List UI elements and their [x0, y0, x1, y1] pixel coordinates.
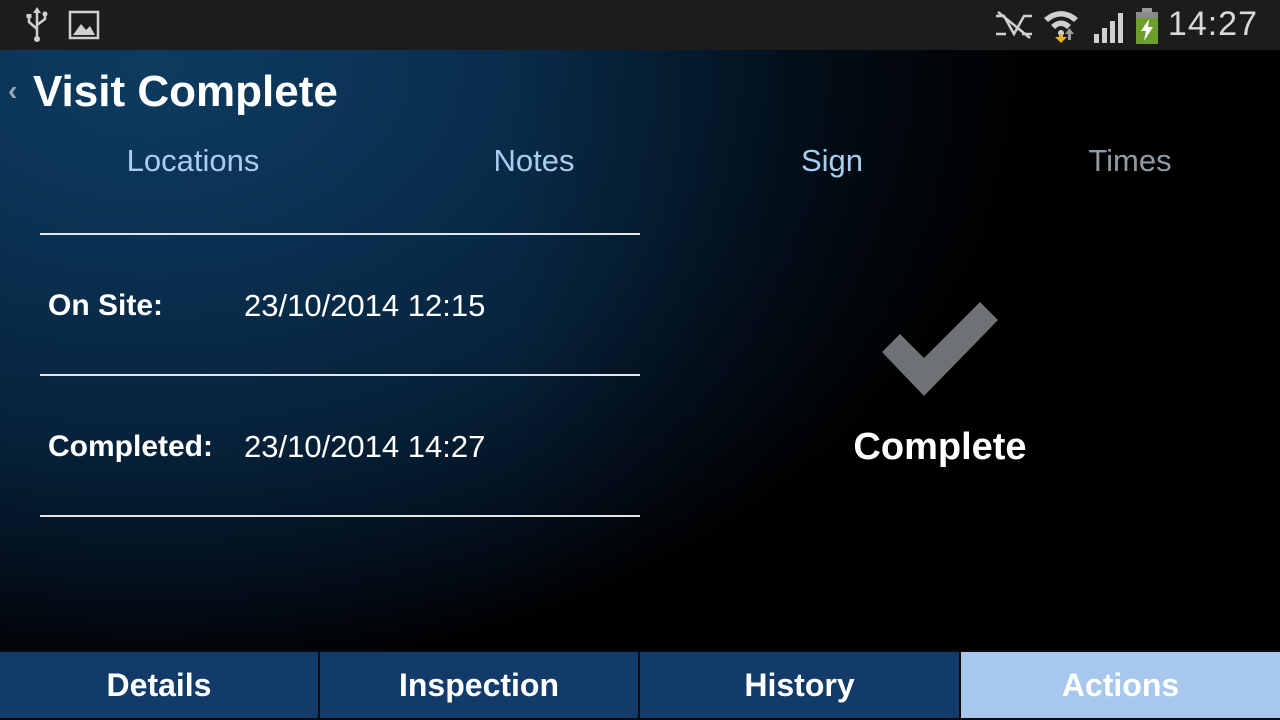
wifi-icon — [1042, 6, 1080, 49]
status-bar: 14:27 — [0, 0, 1280, 50]
on-site-label: On Site: — [48, 289, 164, 322]
screen: 14:27 ‹ Visit Complete Locations Notes S… — [0, 0, 1280, 720]
completed-label: Completed: — [48, 430, 213, 463]
nfc-muted-icon — [992, 10, 1036, 45]
back-chevron-icon[interactable]: ‹ — [8, 76, 17, 106]
bottom-tab-history[interactable]: History — [640, 652, 959, 718]
battery-charging-icon — [1134, 7, 1160, 50]
tab-sign[interactable]: Sign — [801, 142, 863, 180]
status-time: 14:27 — [1167, 5, 1258, 43]
divider — [40, 515, 640, 517]
bottom-tab-label: Actions — [1061, 666, 1180, 703]
image-icon — [68, 10, 100, 45]
signal-icon — [1092, 10, 1128, 49]
divider — [40, 233, 640, 235]
checkmark-icon — [880, 302, 1000, 403]
bottom-tab-label: Inspection — [398, 666, 559, 703]
bottom-tab-details[interactable]: Details — [0, 652, 318, 718]
divider — [40, 374, 640, 376]
complete-status-label: Complete — [853, 426, 1027, 468]
page-title[interactable]: Visit Complete — [33, 66, 338, 118]
tab-locations[interactable]: Locations — [127, 142, 260, 180]
tab-notes[interactable]: Notes — [494, 142, 575, 180]
bottom-tab-actions[interactable]: Actions — [961, 652, 1280, 718]
bottom-tab-label: History — [744, 666, 855, 703]
tab-times[interactable]: Times — [1088, 142, 1171, 180]
bottom-tab-label: Details — [106, 666, 212, 703]
usb-icon — [24, 7, 50, 48]
bottom-tab-inspection[interactable]: Inspection — [320, 652, 638, 718]
on-site-value: 23/10/2014 12:15 — [244, 288, 486, 323]
app-content: ‹ Visit Complete Locations Notes Sign Ti… — [0, 50, 1280, 650]
bottom-tab-bar: Details Inspection History Actions — [0, 650, 1280, 720]
completed-value: 23/10/2014 14:27 — [244, 429, 486, 464]
